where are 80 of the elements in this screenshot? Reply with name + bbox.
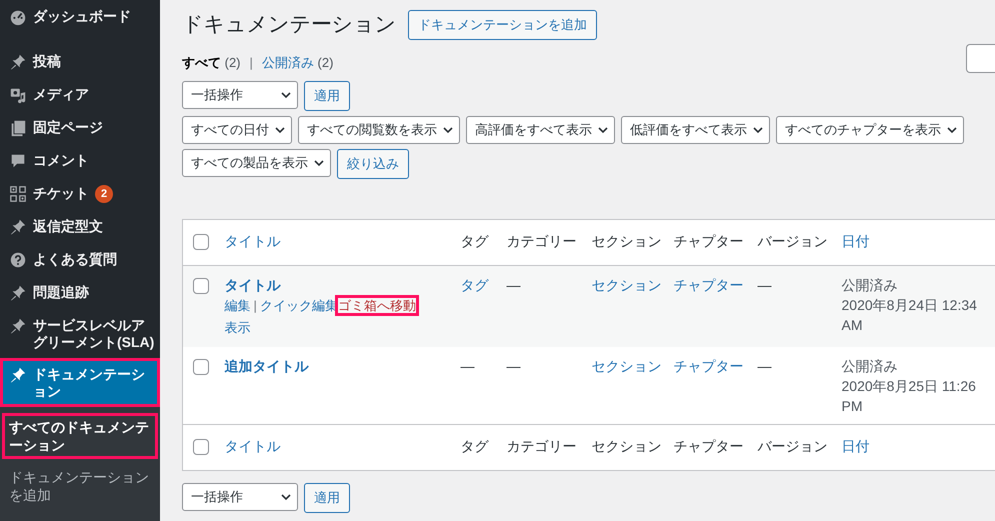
column-header: セクション xyxy=(592,438,662,454)
post-title-link[interactable]: 追加タイトル xyxy=(224,358,308,374)
checkbox[interactable] xyxy=(193,234,209,250)
table-cell[interactable]: セクション xyxy=(592,277,662,293)
submenu-item[interactable]: ドキュメンテーションを追加 xyxy=(2,463,158,510)
post-date: 2020年8月24日 12:34 AM xyxy=(842,297,977,333)
column-header: カテゴリー xyxy=(506,233,576,249)
column-header: セクション xyxy=(592,233,662,249)
table-cell[interactable]: セクション xyxy=(592,358,662,374)
filter-select[interactable]: すべての閲覧数を表示 xyxy=(298,116,460,144)
filter-select[interactable]: すべての日付 xyxy=(182,116,292,144)
pin-icon xyxy=(9,218,27,236)
search-field[interactable] xyxy=(966,44,995,73)
table-cell: — xyxy=(460,358,474,374)
filter-select[interactable]: 低評価をすべて表示 xyxy=(621,116,770,144)
apply-button[interactable]: 適用 xyxy=(304,483,350,513)
row-action-link[interactable]: 表示 xyxy=(224,320,250,335)
table-cell[interactable]: タグ xyxy=(460,277,488,293)
gauge-icon xyxy=(9,8,27,26)
bulk-action-select[interactable]: 一括操作 xyxy=(182,81,298,109)
submenu-item[interactable]: すべてのドキュメンテーション xyxy=(2,413,158,460)
filter-select[interactable]: すべてのチャプターを表示 xyxy=(776,116,964,144)
pin-icon xyxy=(9,317,27,336)
filter-select[interactable]: 高評価をすべて表示 xyxy=(466,116,615,144)
checkbox[interactable] xyxy=(193,278,209,294)
post-date: 2020年8月25日 11:26 PM xyxy=(842,378,976,414)
apply-button[interactable]: 適用 xyxy=(304,81,350,111)
count-badge: 2 xyxy=(95,185,113,204)
grid-icon xyxy=(9,185,27,203)
column-header: バージョン xyxy=(758,233,828,249)
sidebar-item[interactable]: チケット 2 xyxy=(0,177,160,210)
checkbox[interactable] xyxy=(193,359,209,375)
sidebar-item[interactable]: ドキュメンテーション xyxy=(0,358,160,408)
view-filter-link[interactable]: 公開済み (2) xyxy=(262,54,334,72)
sidebar-item[interactable]: 投稿 xyxy=(0,45,160,78)
pin-icon xyxy=(9,366,27,384)
column-header: タグ xyxy=(460,438,488,454)
column-header: バージョン xyxy=(758,438,828,454)
add-new-button[interactable]: ドキュメンテーションを追加 xyxy=(408,10,597,40)
table-cell: — xyxy=(506,277,520,293)
table-cell: — xyxy=(506,358,520,374)
column-header[interactable]: 日付 xyxy=(842,233,870,249)
post-status: 公開済み xyxy=(842,277,898,293)
sidebar-item[interactable]: 返信定型文 xyxy=(0,210,160,244)
column-header[interactable]: タイトル xyxy=(224,438,280,454)
sidebar-item[interactable]: コメント xyxy=(0,144,160,177)
column-header[interactable]: 日付 xyxy=(842,438,870,454)
separator: | xyxy=(254,298,257,313)
table-cell[interactable]: チャプター xyxy=(674,277,744,293)
column-header: チャプター xyxy=(674,233,744,249)
checkbox[interactable] xyxy=(193,439,209,455)
sidebar-item[interactable]: メディア xyxy=(0,78,160,111)
row-action-link[interactable]: ゴミ箱へ移動 xyxy=(338,298,416,313)
pages-icon xyxy=(9,119,27,137)
post-status: 公開済み xyxy=(842,358,898,374)
sidebar-item[interactable]: 固定ページ xyxy=(0,111,160,144)
pin-icon xyxy=(9,53,27,71)
sidebar-item[interactable]: サービスレベルアグリーメント(SLA) xyxy=(0,309,160,358)
pin-icon xyxy=(9,284,27,302)
table-cell: — xyxy=(758,358,772,374)
filter-button[interactable]: 絞り込み xyxy=(337,149,409,179)
post-title-link[interactable]: タイトル xyxy=(224,277,280,293)
table-cell[interactable]: チャプター xyxy=(674,358,744,374)
column-header: チャプター xyxy=(674,438,744,454)
column-header: タグ xyxy=(460,233,488,249)
sidebar-item[interactable]: 問題追跡 xyxy=(0,276,160,310)
filter-select[interactable]: すべての製品を表示 xyxy=(182,149,331,177)
sidebar-item[interactable]: よくある質問 xyxy=(0,243,160,276)
sidebar-item[interactable]: ダッシュボード xyxy=(0,0,160,33)
column-header: カテゴリー xyxy=(506,438,576,454)
column-header[interactable]: タイトル xyxy=(224,233,280,249)
question-icon xyxy=(9,251,27,270)
speech-bubble-icon xyxy=(9,152,27,170)
bulk-action-select[interactable]: 一括操作 xyxy=(182,483,298,511)
separator: | xyxy=(250,54,253,72)
table-cell: — xyxy=(758,277,772,293)
page-title: ドキュメンテーション xyxy=(182,12,396,38)
row-action-link[interactable]: 編集 xyxy=(224,298,250,313)
view-filter-link[interactable]: すべて (2) xyxy=(182,54,241,72)
media-icon xyxy=(9,86,27,104)
